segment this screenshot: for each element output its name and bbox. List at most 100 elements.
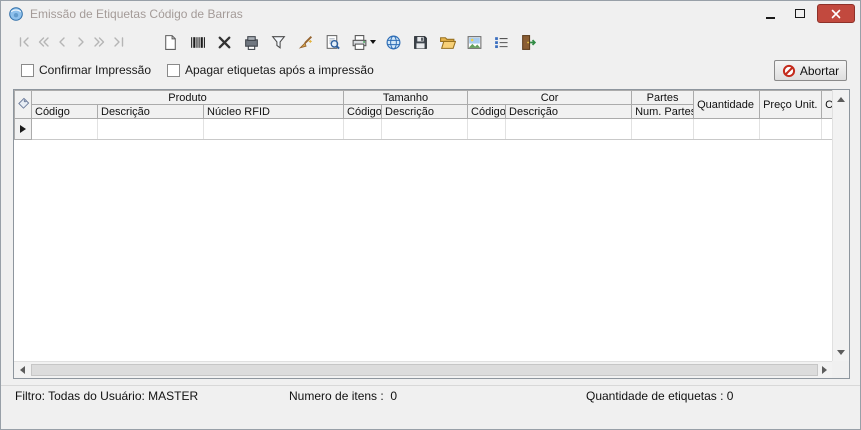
grid-cell[interactable] [97,118,204,140]
titlebar[interactable]: Emissão de Etiquetas Código de Barras [1,1,860,27]
options-row: Confirmar Impressão Apagar etiquetas apó… [1,58,860,84]
band-partes[interactable]: Partes [631,90,695,105]
prior-fast-button[interactable] [33,30,52,54]
app-window: Emissão de Etiquetas Código de Barras Co… [0,0,861,430]
printer-icon [352,34,366,50]
delete-button[interactable] [211,30,238,54]
grid-cell[interactable] [467,118,507,140]
delete-after-print-label: Apagar etiquetas após a impressão [185,63,374,77]
statusbar: Filtro: Todas do Usuário: MASTER Numero … [1,385,860,406]
window-controls [756,4,855,23]
status-label-count: Quantidade de etiquetas : 0 [586,389,734,403]
scroll-down-button[interactable] [833,344,849,360]
preview-button[interactable] [319,30,346,54]
band-tamanho[interactable]: Tamanho [343,90,469,105]
column-tamanho-descricao[interactable]: Descrição [381,104,469,119]
new-document-icon [165,34,176,50]
grid-cell[interactable] [693,118,761,140]
abort-button[interactable]: Abortar [774,60,847,81]
column-produto-codigo[interactable]: Código [31,104,98,119]
barcode-button[interactable] [184,30,211,54]
clear-button[interactable] [292,30,319,54]
column-partial[interactable]: C [821,90,832,119]
arrow-right-icon [821,366,827,374]
window-title: Emissão de Etiquetas Código de Barras [30,7,243,21]
table-row[interactable] [14,118,832,140]
band-cor[interactable]: Cor [467,90,633,105]
next-fast-button[interactable] [90,30,109,54]
filter-funnel-icon [271,35,286,49]
scroll-left-button[interactable] [14,362,30,378]
open-folder-icon [440,36,456,49]
grid-cell[interactable] [202,118,345,140]
column-partes-num-partes[interactable]: Num. Partes [631,104,695,119]
arrow-down-icon [837,349,845,355]
print-button[interactable] [346,30,380,54]
filter-button[interactable] [265,30,292,54]
scrollbar-corner [832,361,849,378]
row-indicator[interactable] [14,118,32,140]
first-record-icon [19,37,29,47]
checkbox-box [167,63,180,77]
broom-icon [298,35,313,49]
prior-record-button[interactable] [52,30,71,54]
grid-cell[interactable] [343,118,383,140]
image-icon [467,35,482,49]
confirm-print-label: Confirmar Impressão [39,63,152,77]
grid-cell[interactable] [821,118,832,140]
prior-record-icon [58,37,65,47]
open-button[interactable] [434,30,461,54]
print-preview-icon [326,34,340,49]
close-button[interactable] [817,4,855,23]
last-record-button[interactable] [109,30,128,54]
delete-x-icon [218,36,231,48]
prior-fast-icon [38,37,49,47]
first-record-button[interactable] [14,30,33,54]
column-preco-unit[interactable]: Preço Unit. [759,90,823,119]
vertical-scrollbar[interactable] [832,90,849,361]
column-cor-descricao[interactable]: Descrição [505,104,633,119]
horizontal-scroll-thumb[interactable] [31,364,818,376]
labels-grid: Produto Tamanho Cor Partes Quantidade Pr… [13,89,850,379]
barcode-icon [191,36,205,48]
scroll-up-button[interactable] [833,91,849,107]
grid-cell[interactable] [631,118,695,140]
column-produto-descricao[interactable]: Descrição [97,104,204,119]
maximize-icon [794,9,805,18]
print-dropdown-caret-icon[interactable] [369,40,376,44]
column-quantidade[interactable]: Quantidade [693,90,761,119]
checklist-icon [495,36,508,48]
scroll-right-button[interactable] [816,362,832,378]
abort-button-label: Abortar [799,63,840,78]
status-item-count: Numero de itens : 0 [289,389,398,403]
column-tamanho-codigo[interactable]: Código [343,104,383,119]
last-record-icon [113,37,123,47]
toolbar [1,27,860,57]
next-record-icon [77,37,84,47]
confirm-print-checkbox[interactable]: Confirmar Impressão [21,63,151,77]
image-button[interactable] [461,30,488,54]
web-button[interactable] [380,30,407,54]
horizontal-scrollbar[interactable] [14,361,832,378]
maximize-button[interactable] [785,4,814,23]
grid-cell[interactable] [759,118,823,140]
exit-button[interactable] [515,30,542,54]
save-button[interactable] [407,30,434,54]
barcode-printer-button[interactable] [238,30,265,54]
next-record-button[interactable] [71,30,90,54]
band-produto[interactable]: Produto [30,90,345,105]
column-produto-nucleo-rfid[interactable]: Núcleo RFID [202,104,345,119]
grid-corner-tag[interactable] [14,90,32,119]
floppy-save-icon [414,35,427,49]
column-cor-codigo[interactable]: Código [467,104,507,119]
next-fast-icon [93,37,104,47]
arrow-left-icon [19,366,25,374]
grid-cell[interactable] [31,118,98,140]
minimize-button[interactable] [756,4,785,23]
list-button[interactable] [488,30,515,54]
delete-after-print-checkbox[interactable]: Apagar etiquetas após a impressão [167,63,374,77]
grid-content: Produto Tamanho Cor Partes Quantidade Pr… [14,90,832,361]
grid-cell[interactable] [381,118,469,140]
new-button[interactable] [157,30,184,54]
grid-cell[interactable] [505,118,633,140]
